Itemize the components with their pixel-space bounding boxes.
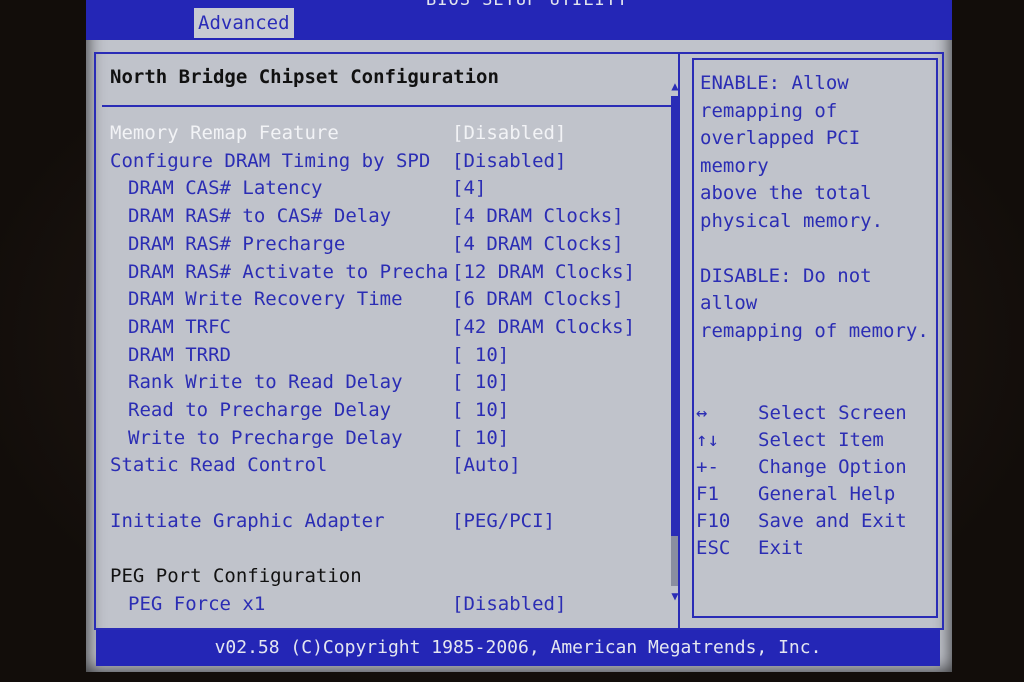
setting-row[interactable]: DRAM Write Recovery Time [6 DRAM Clocks] (96, 286, 676, 312)
setting-row[interactable]: DRAM RAS# to CAS# Delay [4 DRAM Clocks] (96, 203, 676, 229)
setting-value[interactable]: [PEG/PCI] (452, 508, 555, 534)
setting-value[interactable]: [ 10] (452, 342, 509, 368)
blank-row (96, 480, 676, 506)
setting-value[interactable]: [ 10] (452, 425, 509, 451)
main-frame: North Bridge Chipset Configuration Memor… (94, 52, 944, 630)
setting-label: DRAM TRFC (128, 315, 231, 338)
setting-label: Write to Precharge Delay (128, 426, 403, 449)
setting-row[interactable]: DRAM TRRD [ 10] (96, 342, 676, 368)
setting-label: DRAM RAS# Activate to Precha (128, 260, 449, 283)
key-name: ↑↓ (696, 429, 719, 451)
setting-label: PEG Port Configuration (110, 565, 362, 588)
page-title: North Bridge Chipset Configuration (110, 66, 499, 88)
setting-row[interactable]: DRAM TRFC [42 DRAM Clocks] (96, 314, 676, 340)
key-legend-item: ↑↓ Select Item (696, 427, 936, 454)
key-name: F1 (696, 483, 719, 505)
key-description: Change Option (758, 456, 907, 478)
setting-row[interactable]: Write to Precharge Delay [ 10] (96, 425, 676, 451)
key-description: Save and Exit (758, 510, 907, 532)
setting-label: Initiate Graphic Adapter (110, 509, 385, 532)
key-legend-item: ESC Exit (696, 535, 936, 562)
setting-value[interactable]: [42 DRAM Clocks] (452, 314, 635, 340)
key-name: F10 (696, 510, 731, 532)
setting-value[interactable]: [12 DRAM Clocks] (452, 259, 635, 285)
setting-row[interactable]: PEG Force x1 [Disabled] (96, 591, 676, 617)
key-description: Select Screen (758, 402, 907, 424)
setting-label: DRAM TRRD (128, 343, 231, 366)
setting-row: PEG Port Configuration (96, 563, 676, 589)
key-legend-item: F10 Save and Exit (696, 508, 936, 535)
key-description: General Help (758, 483, 896, 505)
setting-row[interactable]: DRAM RAS# Precharge [4 DRAM Clocks] (96, 231, 676, 257)
key-name: ↔ (696, 402, 708, 424)
setting-value[interactable]: [6 DRAM Clocks] (452, 286, 624, 312)
help-panel: ENABLE: Allow remapping of overlapped PC… (692, 58, 938, 618)
setting-row[interactable]: Rank Write to Read Delay [ 10] (96, 369, 676, 395)
key-description: Select Item (758, 429, 884, 451)
setting-value[interactable]: [ 10] (452, 397, 509, 423)
copyright-footer: v02.58 (C)Copyright 1985-2006, American … (96, 630, 940, 666)
setting-value[interactable]: [ 10] (452, 369, 509, 395)
setting-value[interactable]: [Disabled] (452, 591, 566, 617)
setting-label: Read to Precharge Delay (128, 399, 392, 421)
setting-label: Configure DRAM Timing by SPD (110, 149, 431, 172)
key-description: Exit (758, 537, 804, 559)
title-bar: BIOS SETUP UTILITY Advanced (86, 0, 952, 40)
blank-row (96, 536, 676, 562)
setting-row[interactable]: Initiate Graphic Adapter [PEG/PCI] (96, 508, 676, 534)
setting-value[interactable]: [4 DRAM Clocks] (452, 231, 624, 257)
bios-screen: BIOS SETUP UTILITY Advanced North Bridge… (86, 0, 952, 672)
setting-label: Rank Write to Read Delay (128, 371, 403, 394)
setting-value[interactable]: [Disabled] (452, 120, 566, 146)
setting-row[interactable]: Configure DRAM Timing by SPD [Disabled] (96, 148, 676, 174)
key-name: ESC (696, 537, 731, 559)
setting-label: DRAM RAS# to CAS# Delay (128, 205, 392, 228)
setting-label: PEG Force x1 (128, 592, 266, 615)
help-description: ENABLE: Allow remapping of overlapped PC… (700, 72, 929, 342)
tab-advanced[interactable]: Advanced (194, 8, 294, 38)
panel-divider (678, 52, 680, 630)
setting-label: DRAM CAS# Latency (128, 177, 323, 200)
setting-row[interactable]: Memory Remap Feature [Disabled] (96, 120, 676, 146)
setting-label: DRAM Write Recovery Time (128, 288, 403, 311)
key-legend-item: F1 General Help (696, 481, 936, 508)
setting-label: Static Read Control (110, 454, 328, 477)
setting-row[interactable]: Static Read Control [Auto] (96, 452, 676, 478)
setting-label: DRAM RAS# Precharge (128, 232, 346, 255)
setting-value[interactable]: [Auto] (452, 452, 521, 478)
setting-label: Memory Remap Feature (110, 122, 339, 144)
setting-value[interactable]: [4] (452, 175, 486, 201)
key-name: +- (696, 456, 719, 478)
setting-value[interactable]: [Disabled] (452, 148, 566, 174)
setting-row[interactable]: DRAM RAS# Activate to Precha [12 DRAM Clo… (96, 259, 676, 285)
setting-row[interactable]: Read to Precharge Delay [ 10] (96, 397, 676, 423)
bios-title: BIOS SETUP UTILITY (426, 0, 629, 10)
setting-row[interactable]: DRAM CAS# Latency [4] (96, 175, 676, 201)
title-divider (102, 105, 672, 107)
key-legend-item: +- Change Option (696, 454, 936, 481)
setting-value[interactable]: [4 DRAM Clocks] (452, 203, 624, 229)
key-legend-item: ↔ Select Screen (696, 400, 936, 427)
